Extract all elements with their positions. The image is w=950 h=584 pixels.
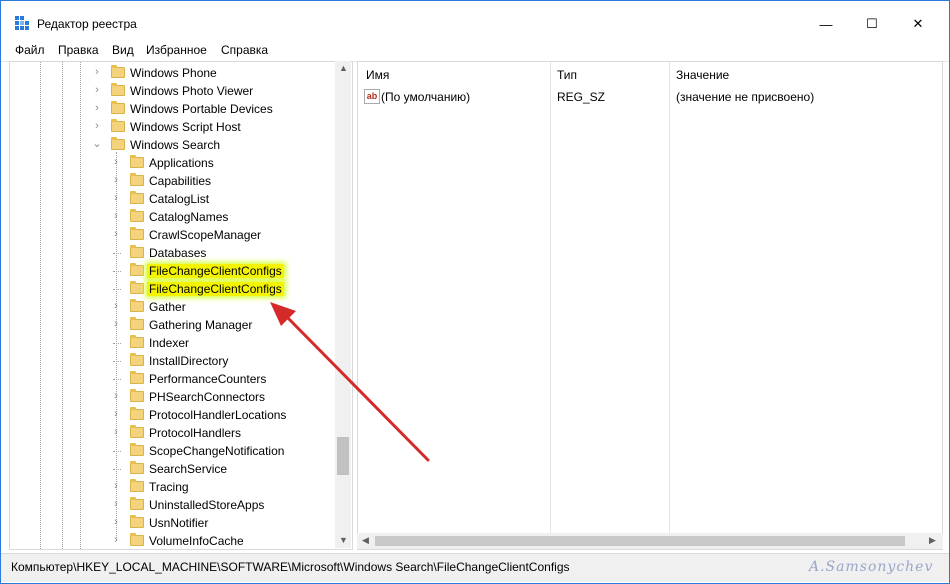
annotation-arrow-icon <box>270 302 430 462</box>
